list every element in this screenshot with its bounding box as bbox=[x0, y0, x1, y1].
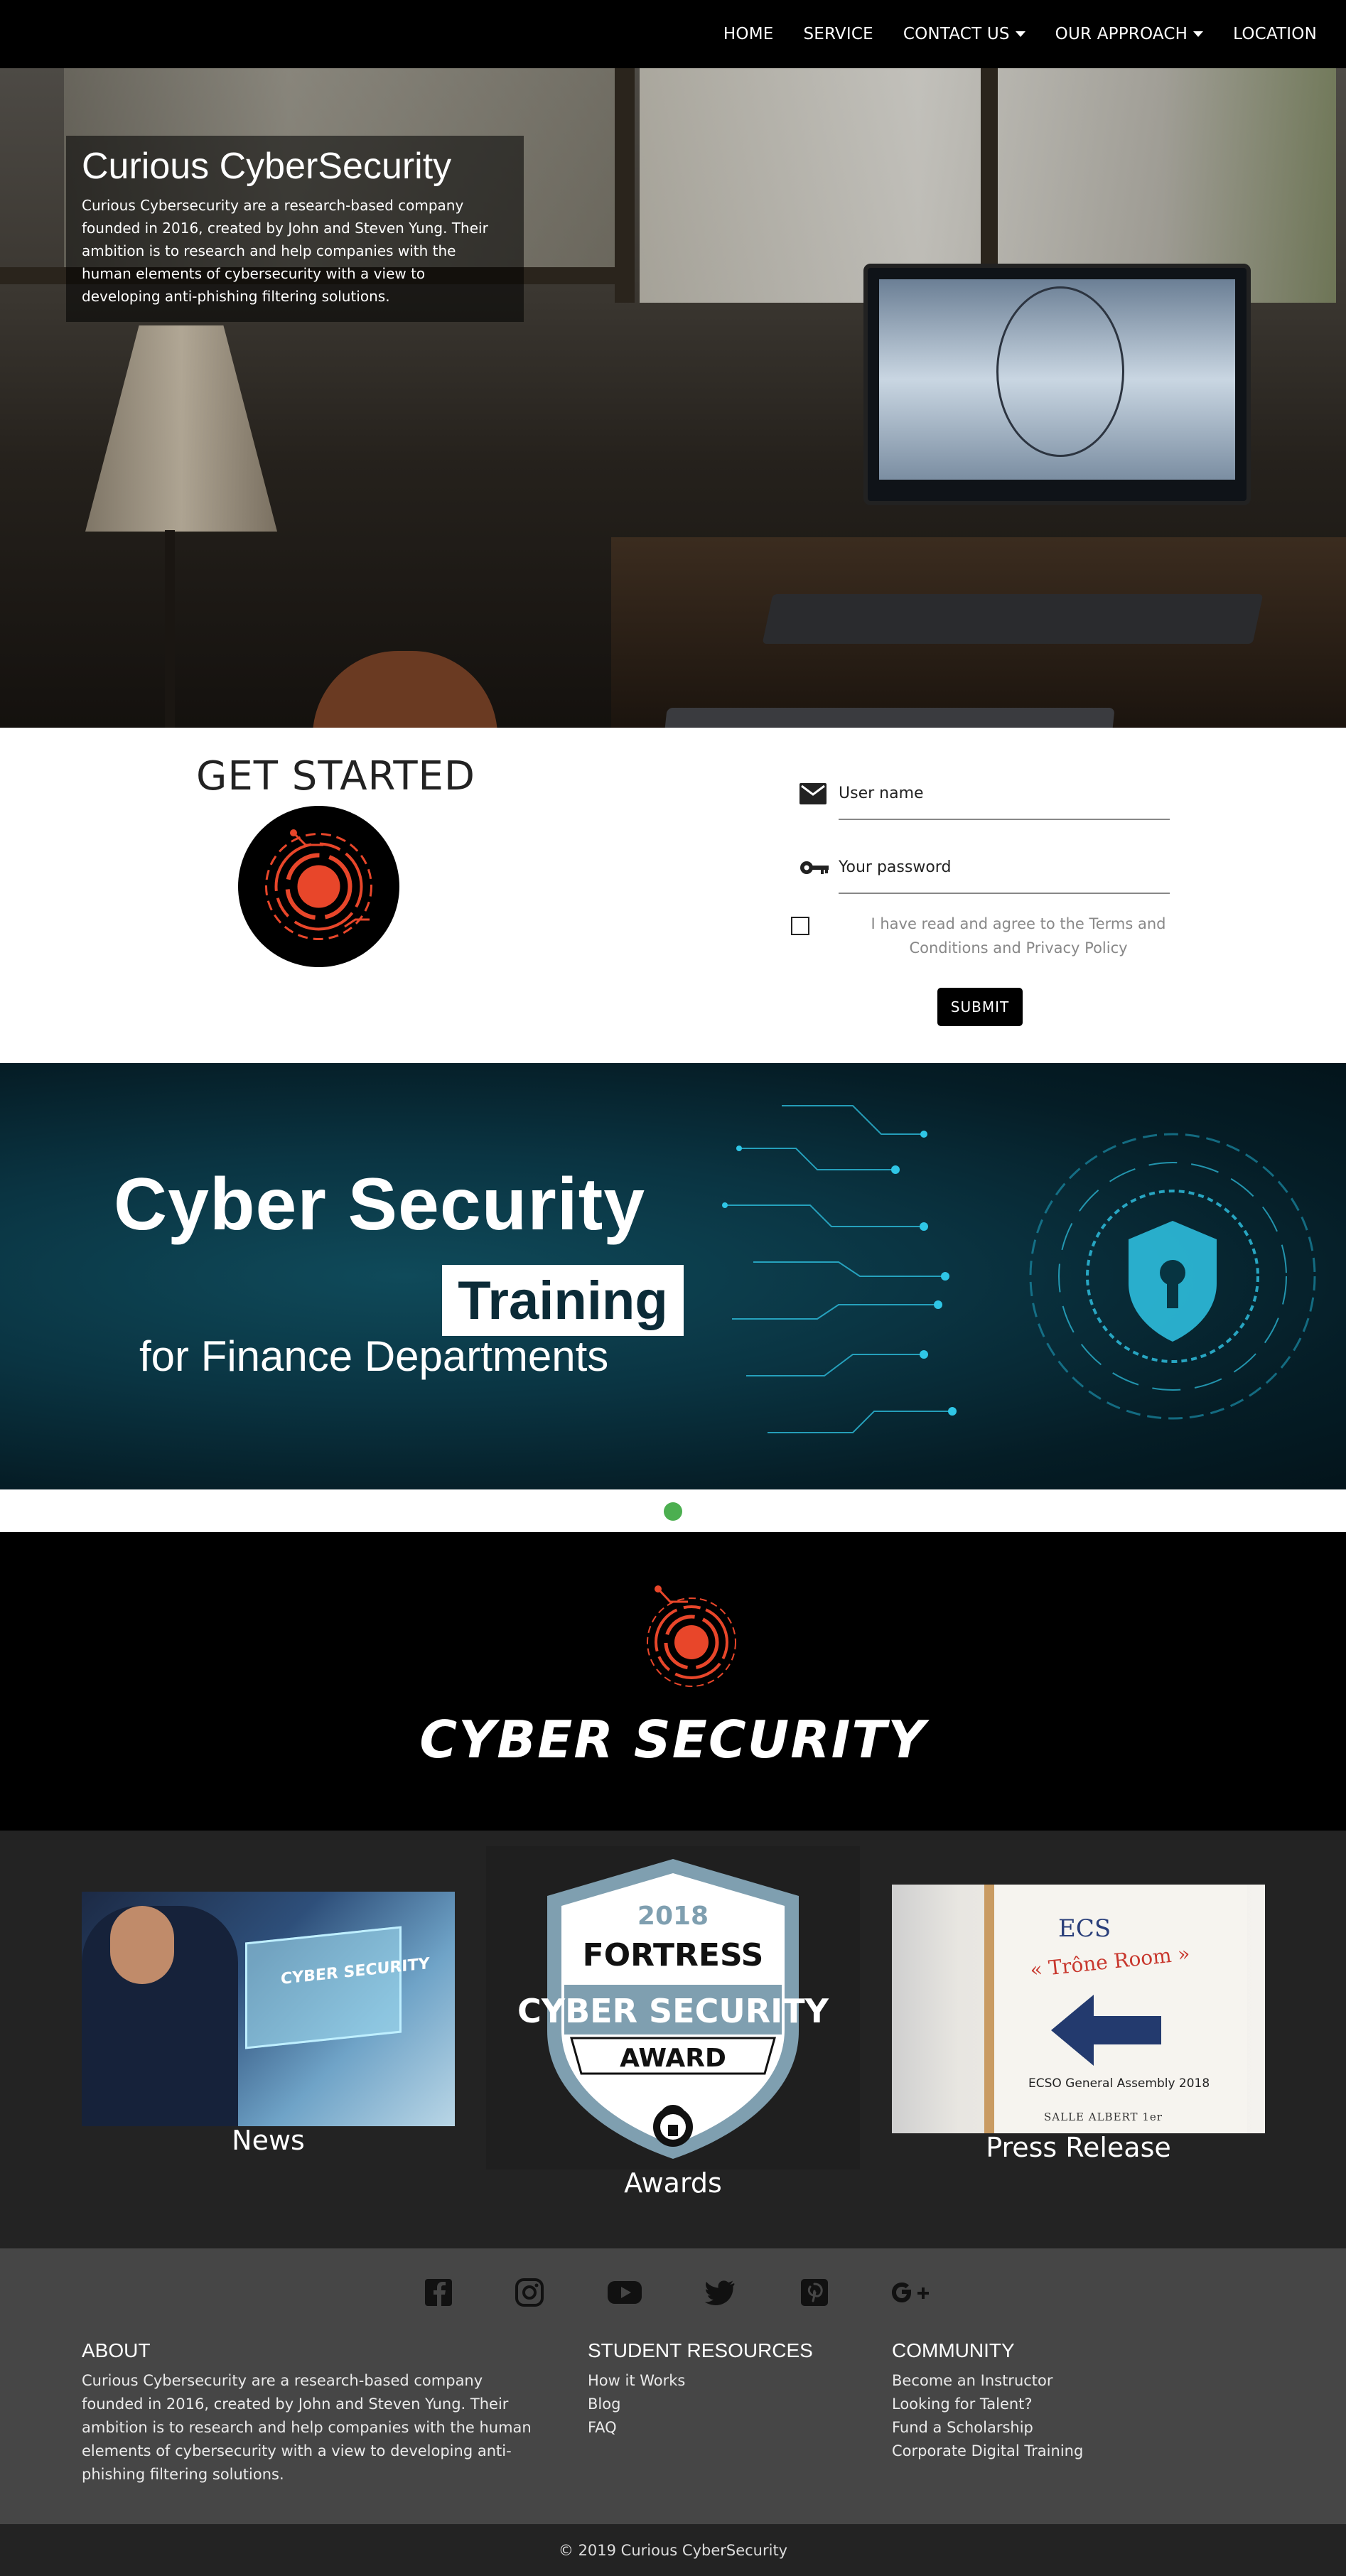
footer-link-become-instructor[interactable]: Become an Instructor bbox=[892, 2369, 1261, 2393]
footer-about-text: Curious Cybersecurity are a research-bas… bbox=[82, 2372, 532, 2483]
password-placeholder: Your password bbox=[839, 858, 952, 876]
pinterest-icon[interactable] bbox=[799, 2277, 830, 2308]
hero-laptop-screen bbox=[863, 264, 1251, 505]
footer-student-resources: STUDENT RESOURCES How it Works Blog FAQ bbox=[588, 2339, 858, 2440]
news-hologram-screen bbox=[245, 1926, 402, 2049]
hero-lamp-stem bbox=[165, 530, 175, 728]
nav-approach-label: OUR APPROACH bbox=[1055, 25, 1188, 43]
news-person-face bbox=[110, 1906, 174, 1984]
get-started-section: GET STARTED User name Your password I ha… bbox=[0, 728, 1346, 1063]
nav-location[interactable]: LOCATION bbox=[1218, 25, 1332, 43]
press-release-image[interactable]: ECS « Trône Room » ECSO General Assembly… bbox=[892, 1885, 1265, 2133]
footer-link-faq[interactable]: FAQ bbox=[588, 2416, 858, 2440]
footer-link-corporate-training[interactable]: Corporate Digital Training bbox=[892, 2440, 1261, 2463]
copyright-text: © 2019 Curious CyberSecurity bbox=[558, 2541, 788, 2559]
training-banner[interactable]: Cyber Security Training for Finance Depa… bbox=[0, 1063, 1346, 1489]
press-room-text: « Trône Room » bbox=[1028, 1941, 1191, 1982]
terms-checkbox[interactable] bbox=[791, 917, 809, 935]
brand-section: CYBER SECURITY bbox=[0, 1532, 1346, 1831]
username-field[interactable]: User name bbox=[799, 770, 1170, 820]
carousel-dot-active[interactable] bbox=[664, 1502, 682, 1521]
envelope-icon bbox=[799, 783, 828, 804]
nav-our-approach[interactable]: OUR APPROACH bbox=[1040, 25, 1218, 43]
banner-title: Cyber Security bbox=[114, 1163, 646, 1246]
footer-link-fund-scholarship[interactable]: Fund a Scholarship bbox=[892, 2416, 1261, 2440]
cyber-logo-icon bbox=[238, 806, 399, 967]
nav-home-label: HOME bbox=[723, 25, 774, 43]
hero-title: Curious CyberSecurity bbox=[82, 146, 452, 187]
instagram-icon[interactable] bbox=[514, 2277, 545, 2308]
get-started-title: GET STARTED bbox=[196, 753, 476, 799]
google-plus-icon[interactable] bbox=[888, 2277, 931, 2308]
hero-caption-box: Curious CyberSecurity Curious Cybersecur… bbox=[66, 136, 524, 322]
news-person bbox=[82, 1906, 238, 2126]
footer-link-how-it-works[interactable]: How it Works bbox=[588, 2369, 858, 2393]
hero-chair bbox=[313, 651, 497, 728]
hero-lamp bbox=[85, 325, 277, 532]
news-image[interactable]: CYBER SECURITY bbox=[82, 1892, 455, 2126]
news-label[interactable]: News bbox=[82, 2125, 455, 2156]
social-icons bbox=[0, 2277, 1346, 2312]
footer: ABOUT Curious Cybersecurity are a resear… bbox=[0, 2248, 1346, 2524]
carousel-indicators bbox=[0, 1489, 1346, 1532]
terms-text: I have read and agree to the Terms and C… bbox=[871, 915, 1166, 956]
key-icon bbox=[799, 857, 829, 878]
press-salle-text: SALLE ALBERT 1er bbox=[1044, 2111, 1163, 2123]
arrow-left-icon bbox=[1051, 1995, 1161, 2066]
twitter-icon[interactable] bbox=[704, 2277, 736, 2308]
award-badge-card[interactable]: 2018 FORTRESS CYBER SECURITY AWARD bbox=[486, 1846, 860, 2170]
footer-about: ABOUT Curious Cybersecurity are a resear… bbox=[82, 2339, 544, 2486]
top-navbar: HOME SERVICE CONTACT US OUR APPROACH LOC… bbox=[0, 0, 1346, 68]
hero-dreamcatcher bbox=[996, 286, 1124, 457]
nav-contact-label: CONTACT US bbox=[903, 25, 1010, 43]
nav-location-label: LOCATION bbox=[1233, 25, 1317, 43]
password-field[interactable]: Your password bbox=[799, 844, 1170, 894]
press-assembly-text: ECSO General Assembly 2018 bbox=[1028, 2076, 1210, 2091]
award-fortress: FORTRESS bbox=[583, 1937, 764, 1973]
nav-service[interactable]: SERVICE bbox=[788, 25, 888, 43]
banner-subtitle: for Finance Departments bbox=[139, 1332, 609, 1380]
cyber-logo-icon bbox=[638, 1582, 745, 1688]
username-placeholder: User name bbox=[839, 785, 924, 802]
submit-button[interactable]: SUBMIT bbox=[937, 988, 1023, 1026]
caret-down-icon bbox=[1193, 31, 1204, 37]
press-sign: ECS « Trône Room » ECSO General Assembly… bbox=[984, 1885, 1247, 2133]
footer-link-looking-for-talent[interactable]: Looking for Talent? bbox=[892, 2393, 1261, 2416]
footer-link-blog[interactable]: Blog bbox=[588, 2393, 858, 2416]
footer-community-title: COMMUNITY bbox=[892, 2339, 1015, 2361]
hero-keyboard bbox=[662, 708, 1115, 728]
awards-label[interactable]: Awards bbox=[486, 2167, 860, 2199]
nav-service-label: SERVICE bbox=[803, 25, 873, 43]
press-release-label[interactable]: Press Release bbox=[892, 2132, 1265, 2163]
press-ecs-logo: ECS bbox=[1058, 1914, 1111, 1943]
youtube-icon[interactable] bbox=[606, 2277, 643, 2308]
feature-cards: CYBER SECURITY News 2018 FORTRESS CYBER … bbox=[0, 1831, 1346, 2248]
caret-down-icon bbox=[1015, 31, 1025, 37]
copyright-bar: © 2019 Curious CyberSecurity bbox=[0, 2524, 1346, 2576]
award-cyber-security: CYBER SECURITY bbox=[517, 1992, 829, 2030]
nav-links: HOME SERVICE CONTACT US OUR APPROACH LOC… bbox=[709, 0, 1332, 68]
award-year: 2018 bbox=[637, 1902, 709, 1931]
hero-laptop-base bbox=[762, 594, 1264, 644]
hero-image: Curious CyberSecurity Curious Cybersecur… bbox=[0, 68, 1346, 728]
hero-laptop-wallpaper bbox=[879, 279, 1235, 480]
banner-training-label: Training bbox=[442, 1265, 684, 1336]
hero-description: Curious Cybersecurity are a research-bas… bbox=[82, 196, 488, 305]
award-badge-graphic: 2018 FORTRESS CYBER SECURITY AWARD bbox=[517, 1859, 829, 2159]
nav-home[interactable]: HOME bbox=[709, 25, 789, 43]
footer-about-title: ABOUT bbox=[82, 2339, 151, 2361]
nav-contact-us[interactable]: CONTACT US bbox=[888, 25, 1040, 43]
footer-student-title: STUDENT RESOURCES bbox=[588, 2339, 813, 2361]
username-underline bbox=[839, 819, 1170, 820]
footer-community: COMMUNITY Become an Instructor Looking f… bbox=[892, 2339, 1261, 2463]
facebook-icon[interactable] bbox=[423, 2277, 454, 2308]
circuit-shield-graphic bbox=[722, 1105, 1316, 1433]
brand-wordmark: CYBER SECURITY bbox=[419, 1710, 927, 1769]
award-word: AWARD bbox=[620, 2044, 726, 2073]
password-underline bbox=[839, 893, 1170, 894]
